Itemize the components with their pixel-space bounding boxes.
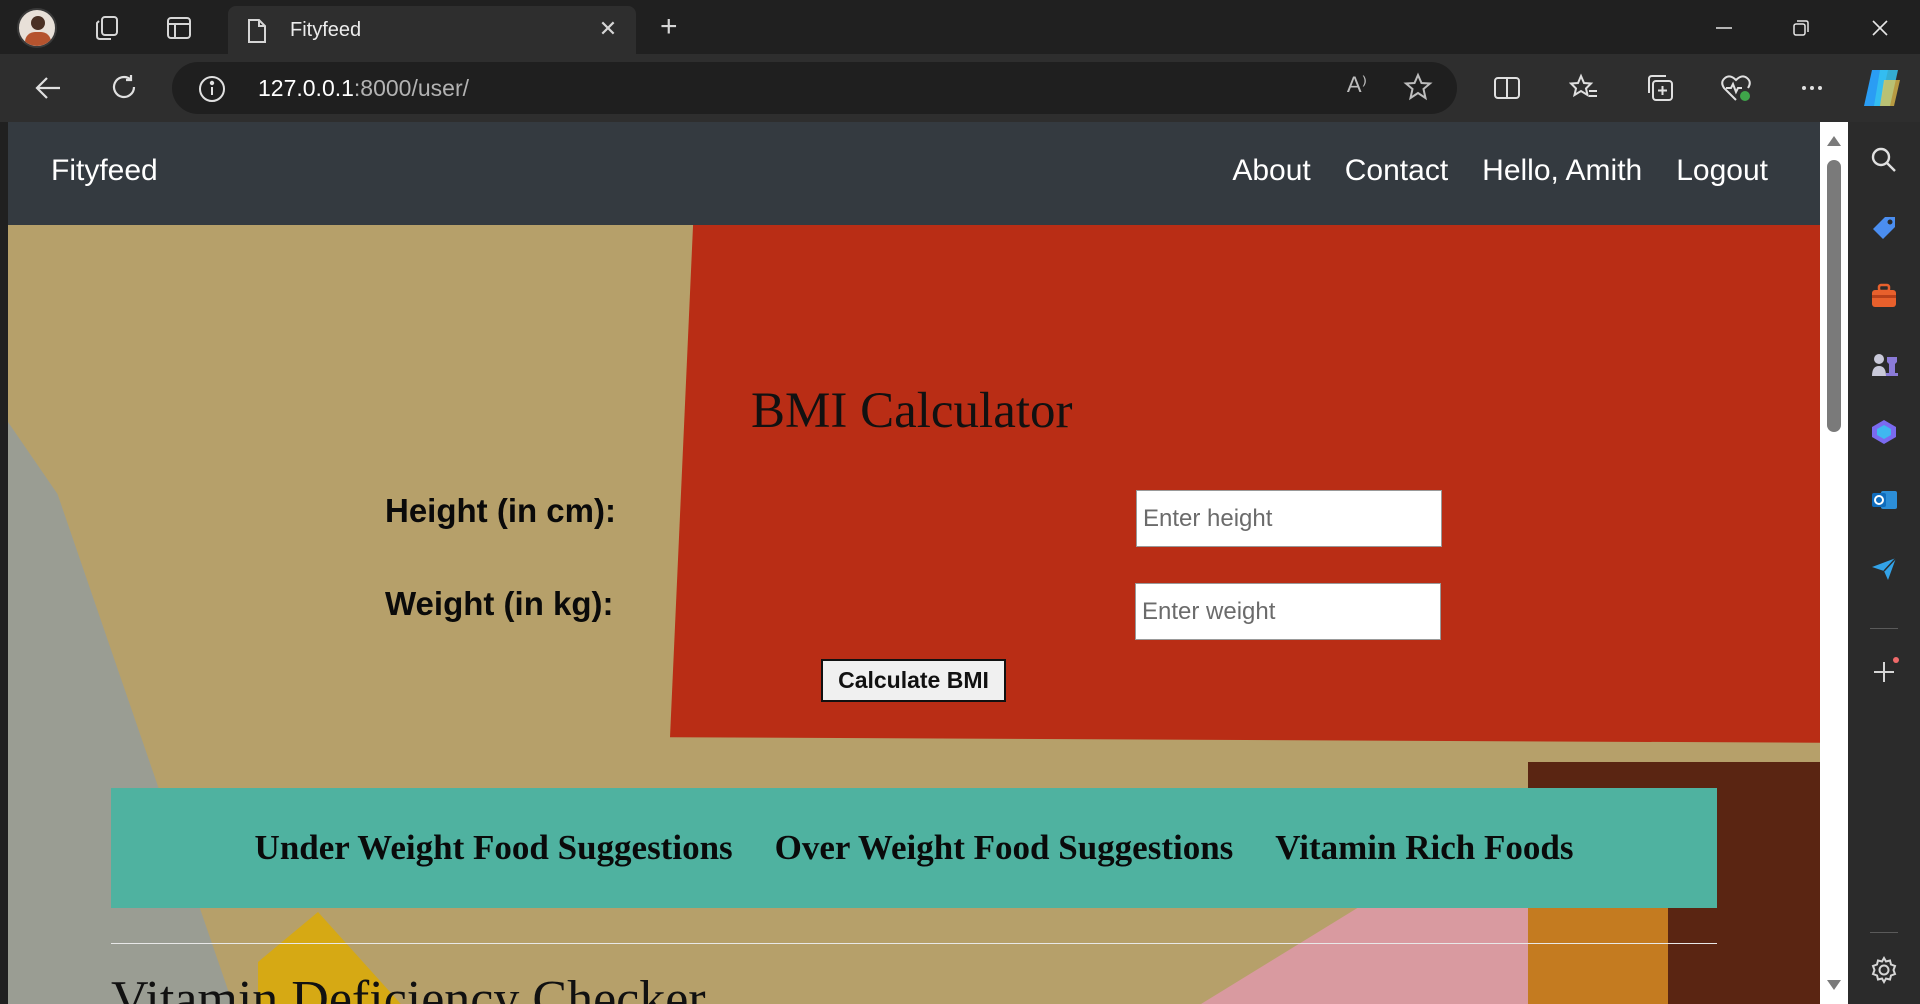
nav-contact[interactable]: Contact xyxy=(1345,154,1448,188)
sidebar-divider xyxy=(1870,628,1898,629)
browser-toolbar: 127.0.0.1:8000/user/ A⁾ xyxy=(0,54,1920,122)
sidebar-divider-bottom xyxy=(1870,932,1898,933)
add-sidebar-app-icon[interactable] xyxy=(1864,652,1904,692)
settings-gear-icon[interactable] xyxy=(1864,950,1904,990)
site-navbar: Fityfeed About Contact Hello, Amith Logo… xyxy=(8,122,1820,225)
send-drop-icon[interactable] xyxy=(1864,548,1904,588)
refresh-icon[interactable] xyxy=(104,68,144,108)
bmi-calculator-heading: BMI Calculator xyxy=(751,383,1073,439)
tab-title: Fityfeed xyxy=(290,19,362,41)
vitamin-deficiency-heading: Vitamin Deficiency Checker xyxy=(111,971,706,1004)
back-icon[interactable] xyxy=(28,68,68,108)
restore-icon[interactable] xyxy=(1771,8,1831,48)
read-aloud-icon[interactable]: A⁾ xyxy=(1347,72,1367,98)
more-menu-icon[interactable] xyxy=(1792,68,1832,108)
page-scrollbar[interactable] xyxy=(1820,122,1848,1004)
browser-essentials-icon[interactable] xyxy=(1716,68,1756,108)
site-info-icon[interactable] xyxy=(198,75,226,108)
split-screen-icon[interactable] xyxy=(1487,68,1527,108)
link-overweight-suggestions[interactable]: Over Weight Food Suggestions xyxy=(775,828,1234,868)
food-suggestions-bar: Under Weight Food Suggestions Over Weigh… xyxy=(111,788,1717,908)
shopping-tag-icon[interactable] xyxy=(1864,208,1904,248)
scrollbar-thumb[interactable] xyxy=(1827,160,1841,432)
copilot-icon[interactable] xyxy=(1858,66,1906,110)
workspaces-icon[interactable] xyxy=(91,12,123,44)
section-divider xyxy=(111,943,1717,944)
search-icon[interactable] xyxy=(1864,140,1904,180)
site-brand[interactable]: Fityfeed xyxy=(51,154,158,188)
minimize-icon[interactable] xyxy=(1694,8,1754,48)
weight-input[interactable] xyxy=(1135,583,1441,640)
link-underweight-suggestions[interactable]: Under Weight Food Suggestions xyxy=(255,828,733,868)
tools-briefcase-icon[interactable] xyxy=(1864,276,1904,316)
height-label: Height (in cm): xyxy=(385,492,616,529)
nav-user-greeting[interactable]: Hello, Amith xyxy=(1482,154,1642,188)
weight-label: Weight (in kg): xyxy=(385,585,614,622)
link-vitamin-rich-foods[interactable]: Vitamin Rich Foods xyxy=(1275,828,1573,868)
vertical-tabs-icon[interactable] xyxy=(163,12,195,44)
scroll-up-arrow-icon[interactable] xyxy=(1827,136,1841,146)
page-viewport: Fityfeed About Contact Hello, Amith Logo… xyxy=(8,122,1820,1004)
favorites-icon[interactable] xyxy=(1564,68,1604,108)
browser-sidebar xyxy=(1848,122,1920,1004)
new-tab-icon[interactable]: + xyxy=(660,10,678,44)
site-nav-links: About Contact Hello, Amith Logout xyxy=(1232,154,1768,188)
close-tab-icon[interactable]: ✕ xyxy=(594,16,622,42)
scroll-down-arrow-icon[interactable] xyxy=(1827,980,1841,990)
close-window-icon[interactable] xyxy=(1850,8,1910,48)
calculate-bmi-button[interactable]: Calculate BMI xyxy=(821,659,1006,702)
copilot-sidebar-icon[interactable] xyxy=(1864,412,1904,452)
address-bar[interactable]: 127.0.0.1:8000/user/ A⁾ xyxy=(172,62,1457,114)
favorite-star-icon[interactable] xyxy=(1403,72,1433,107)
games-chess-icon[interactable] xyxy=(1864,344,1904,384)
nav-logout[interactable]: Logout xyxy=(1676,154,1768,188)
height-input[interactable] xyxy=(1136,490,1442,547)
tab-fityfeed[interactable]: Fityfeed ✕ xyxy=(228,6,636,54)
url-text[interactable]: 127.0.0.1:8000/user/ xyxy=(258,75,469,102)
outlook-icon[interactable] xyxy=(1864,480,1904,520)
nav-about[interactable]: About xyxy=(1232,154,1310,188)
browser-title-bar: Fityfeed ✕ + xyxy=(0,0,1920,54)
profile-avatar[interactable] xyxy=(17,8,57,48)
page-icon xyxy=(246,18,268,49)
collections-icon[interactable] xyxy=(1640,68,1680,108)
